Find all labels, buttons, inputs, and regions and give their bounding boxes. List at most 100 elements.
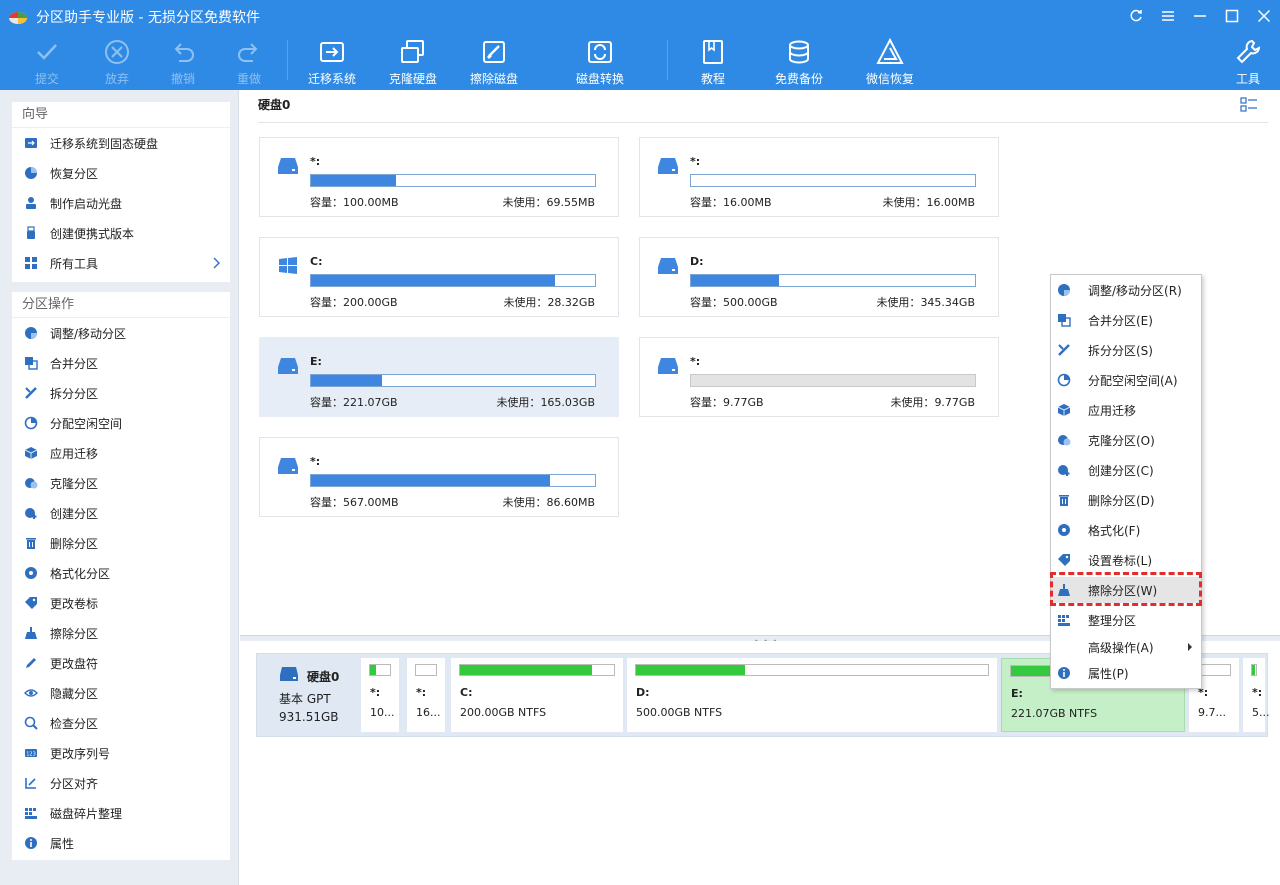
ctx-split[interactable]: 拆分分区(S) (1051, 337, 1201, 363)
usage-bar-fill (311, 375, 382, 386)
disk-map-segment[interactable]: C: 200.00GB NTFS (451, 658, 623, 732)
op-allocate-free-space[interactable]: 分配空闲空间 (12, 408, 230, 438)
partition-card[interactable]: *: 容量：100.00MB 未使用：69.55MB (259, 137, 619, 217)
op-change-serial[interactable]: 123 更改序列号 (12, 738, 230, 768)
partition-name: D: (690, 255, 704, 268)
title-bar: 分区助手专业版 - 无损分区免费软件 (0, 0, 1280, 32)
ctx-format[interactable]: 格式化(F) (1051, 517, 1201, 543)
discard-button[interactable]: 放弃 (82, 34, 152, 90)
clone-disk-button[interactable]: 克隆硬盘 (378, 34, 448, 90)
op-partition-align[interactable]: 分区对齐 (12, 768, 230, 798)
undo-button[interactable]: 撤销 (148, 34, 218, 90)
op-defrag[interactable]: 磁盘碎片整理 (12, 798, 230, 828)
tutorial-button[interactable]: 教程 (678, 34, 748, 90)
view-toggle-icon[interactable] (1240, 96, 1258, 114)
op-change-drive-letter[interactable]: 更改盘符 (12, 648, 230, 678)
disk-map-segment[interactable]: D: 500.00GB NTFS (627, 658, 997, 732)
svg-text:123: 123 (26, 752, 36, 758)
defrag-icon (1058, 615, 1070, 626)
ctx-app-migrate[interactable]: 应用迁移 (1051, 397, 1201, 423)
ctx-set-label[interactable]: 设置卷标(L) (1051, 547, 1201, 573)
op-app-migrate[interactable]: 应用迁移 (12, 438, 230, 468)
refresh-button[interactable] (1120, 0, 1152, 32)
app-logo-icon (9, 12, 27, 24)
ctx-delete[interactable]: 删除分区(D) (1051, 487, 1201, 513)
partition-name: *: (690, 355, 701, 368)
ctx-resize-move[interactable]: 调整/移动分区(R) (1051, 277, 1201, 303)
ctx-label: 高级操作(A) (1088, 640, 1154, 655)
ctx-advanced[interactable]: 高级操作(A) (1051, 634, 1201, 660)
partition-card[interactable]: *: 容量：16.00MB 未使用：16.00MB (639, 137, 999, 217)
op-change-label[interactable]: 更改卷标 (12, 588, 230, 618)
capacity-label: 容量： (690, 396, 723, 409)
capacity-text: 容量：500.00GB (690, 294, 778, 310)
disk-map-segment[interactable]: *: 16... (407, 658, 445, 732)
segment-usage-bar (635, 664, 989, 676)
wizard-item-migrate-ssd[interactable]: 迁移系统到固态硬盘 (12, 128, 230, 158)
ctx-defrag[interactable]: 整理分区 (1051, 607, 1201, 633)
ctx-allocate[interactable]: 分配空闲空间(A) (1051, 367, 1201, 393)
op-create-partition[interactable]: 创建分区 (12, 498, 230, 528)
ctx-properties[interactable]: 属性(P) (1051, 660, 1201, 686)
ctx-label: 分配空闲空间(A) (1088, 373, 1178, 388)
op-label: 删除分区 (50, 536, 99, 551)
commit-button[interactable]: 提交 (12, 34, 82, 90)
op-delete-partition[interactable]: 删除分区 (12, 528, 230, 558)
op-split[interactable]: 拆分分区 (12, 378, 230, 408)
op-wipe-partition[interactable]: 擦除分区 (12, 618, 230, 648)
disk-drive-icon (658, 358, 678, 374)
disk-info[interactable]: 硬盘0 基本 GPT 931.51GB (261, 658, 357, 732)
ctx-merge[interactable]: 合并分区(E) (1051, 307, 1201, 333)
op-check-partition[interactable]: 检查分区 (12, 708, 230, 738)
capacity-value: 500.00GB (723, 296, 778, 309)
free-backup-button[interactable]: 免费备份 (764, 34, 834, 90)
partition-card[interactable]: *: 容量：567.00MB 未使用：86.60MB (259, 437, 619, 517)
op-hide-partition[interactable]: 隐藏分区 (12, 678, 230, 708)
segment-usage-bar (369, 664, 391, 676)
ctx-clone[interactable]: 克隆分区(O) (1051, 427, 1201, 453)
tools-button[interactable]: 工具 (1213, 34, 1280, 90)
wizard-item-portable[interactable]: 创建便携式版本 (12, 218, 230, 248)
op-label: 创建分区 (50, 506, 99, 521)
ctx-create[interactable]: 创建分区(C) (1051, 457, 1201, 483)
left-sidebar: 向导 迁移系统到固态硬盘 恢复分区 制作启动光盘 创建便携式版本 所有工具 分区… (0, 90, 239, 885)
op-properties[interactable]: 属性 (12, 828, 230, 858)
partition-card[interactable]: C: 容量：200.00GB 未使用：28.32GB (259, 237, 619, 317)
defrag-icon (25, 808, 37, 819)
close-button[interactable] (1248, 0, 1280, 32)
op-format-partition[interactable]: 格式化分区 (12, 558, 230, 588)
free-value: 345.34GB (920, 296, 975, 309)
maximize-button[interactable] (1216, 0, 1248, 32)
wizard-item-recover[interactable]: 恢复分区 (12, 158, 230, 188)
create-partition-icon (25, 508, 37, 519)
wechat-recovery-button[interactable]: 微信恢复 (855, 34, 925, 90)
maximize-icon (1225, 9, 1239, 23)
cancel-circle-icon (105, 40, 129, 64)
minimize-button[interactable] (1184, 0, 1216, 32)
chevron-right-icon (213, 257, 220, 269)
migrate-os-button[interactable]: 迁移系统 (297, 34, 367, 90)
disk-map-segment[interactable]: *: 5... (1243, 658, 1270, 732)
disk-map-segment[interactable]: *: 10... (361, 658, 399, 732)
wizard-item-all-tools[interactable]: 所有工具 (12, 248, 230, 278)
disk-convert-button[interactable]: 磁盘转换 (565, 34, 635, 90)
free-text: 未使用：9.77GB (890, 394, 975, 410)
op-merge[interactable]: 合并分区 (12, 348, 230, 378)
op-clone-partition[interactable]: 克隆分区 (12, 468, 230, 498)
partition-card[interactable]: D: 容量：500.00GB 未使用：345.34GB (639, 237, 999, 317)
ops-title: 分区操作 (12, 292, 230, 318)
op-resize-move[interactable]: 调整/移动分区 (12, 318, 230, 348)
wizard-title: 向导 (12, 102, 230, 128)
partition-card[interactable]: *: 容量：9.77GB 未使用：9.77GB (639, 337, 999, 417)
toolbar: 提交 放弃 撤销 重做 迁移系统 克隆硬盘 擦除磁盘 磁盘转换 教程 免费备份 … (0, 34, 1280, 90)
partition-card[interactable]: E: 容量：221.07GB 未使用：165.03GB (259, 337, 619, 417)
redo-button[interactable]: 重做 (214, 34, 284, 90)
capacity-value: 100.00MB (343, 196, 399, 209)
format-icon (1058, 524, 1070, 536)
usage-bar-fill (311, 275, 556, 286)
ctx-label: 合并分区(E) (1088, 313, 1153, 328)
wipe-disk-button[interactable]: 擦除磁盘 (459, 34, 529, 90)
wizard-item-bootable[interactable]: 制作启动光盘 (12, 188, 230, 218)
menu-button[interactable] (1152, 0, 1184, 32)
wipe-disk-icon (483, 41, 505, 63)
